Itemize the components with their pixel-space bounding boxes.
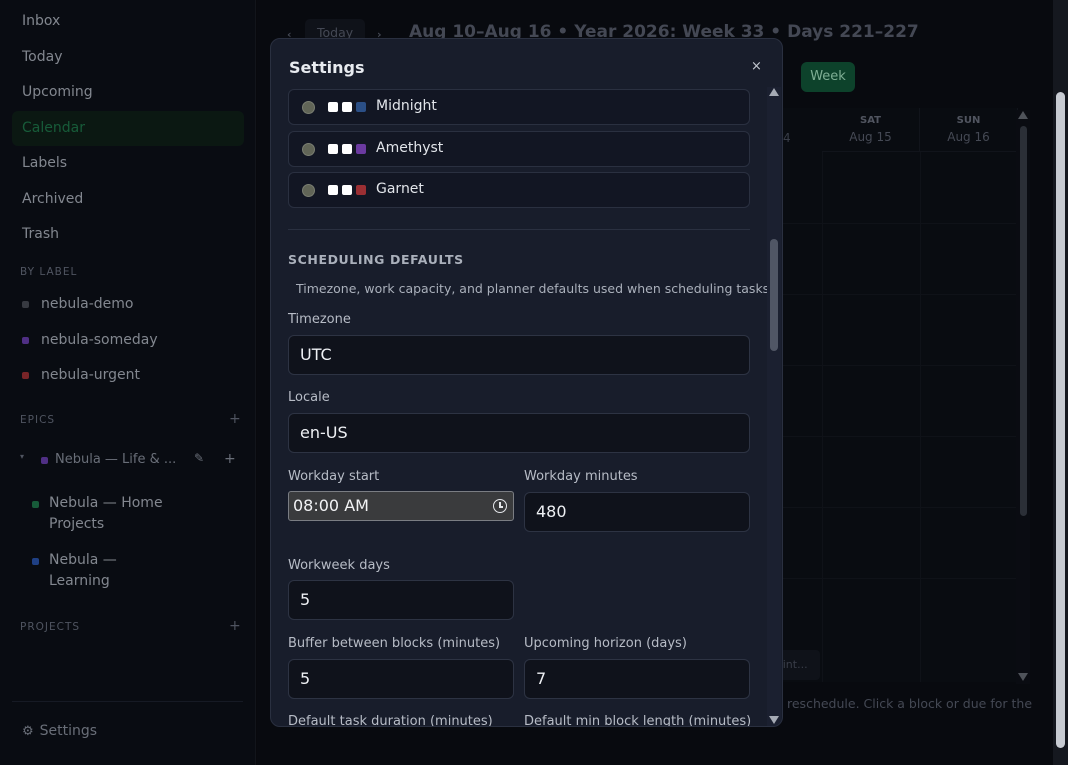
theme-swatch	[356, 144, 366, 154]
workday-start-value: 08:00 AM	[293, 496, 369, 515]
workweek-days-input[interactable]: 5	[288, 580, 514, 620]
page-scrollbar-thumb[interactable]	[1056, 92, 1065, 748]
theme-swatch	[342, 102, 352, 112]
theme-swatch	[356, 102, 366, 112]
theme-radio[interactable]	[302, 101, 315, 114]
buffer-label: Buffer between blocks (minutes)	[288, 636, 501, 651]
buffer-input[interactable]: 5	[288, 659, 514, 699]
horizon-label: Upcoming horizon (days)	[524, 636, 687, 651]
scheduling-defaults-heading: SCHEDULING DEFAULTS	[288, 252, 464, 267]
scroll-down-icon[interactable]	[769, 716, 779, 724]
horizon-input[interactable]: 7	[524, 659, 750, 699]
theme-swatch	[342, 185, 352, 195]
theme-swatch	[328, 144, 338, 154]
theme-swatch	[328, 185, 338, 195]
workday-minutes-label: Workday minutes	[524, 469, 638, 484]
scheduling-defaults-description: Timezone, work capacity, and planner def…	[296, 281, 774, 296]
theme-swatch	[356, 185, 366, 195]
theme-swatch	[328, 102, 338, 112]
modal-scrollbar-thumb[interactable]	[770, 239, 778, 351]
theme-name: Garnet	[376, 181, 424, 197]
close-icon[interactable]: ×	[751, 59, 762, 74]
clock-icon[interactable]	[493, 499, 507, 513]
section-divider	[288, 229, 750, 230]
workday-start-label: Workday start	[288, 469, 380, 484]
timezone-label: Timezone	[288, 312, 351, 327]
theme-option-garnet[interactable]: Garnet	[288, 172, 750, 208]
theme-option-midnight[interactable]: Midnight	[288, 89, 750, 125]
locale-label: Locale	[288, 390, 330, 405]
theme-name: Midnight	[376, 98, 437, 114]
task-duration-label: Default task duration (minutes)	[288, 714, 493, 727]
settings-modal: Settings × Midnight Amethyst Garnet SCHE…	[270, 38, 783, 727]
locale-input[interactable]: en-US	[288, 413, 750, 453]
scroll-up-icon[interactable]	[769, 88, 779, 96]
theme-option-amethyst[interactable]: Amethyst	[288, 131, 750, 167]
theme-swatch	[342, 144, 352, 154]
workweek-days-label: Workweek days	[288, 558, 390, 573]
workday-start-input[interactable]: 08:00 AM	[288, 491, 514, 521]
timezone-input[interactable]: UTC	[288, 335, 750, 375]
min-block-label: Default min block length (minutes)	[524, 714, 752, 727]
theme-radio[interactable]	[302, 143, 315, 156]
theme-name: Amethyst	[376, 140, 444, 156]
page-scrollbar[interactable]	[1053, 0, 1068, 765]
theme-radio[interactable]	[302, 184, 315, 197]
modal-scrollbar[interactable]	[767, 87, 781, 726]
modal-title: Settings	[289, 58, 365, 77]
workday-minutes-input[interactable]: 480	[524, 492, 750, 532]
